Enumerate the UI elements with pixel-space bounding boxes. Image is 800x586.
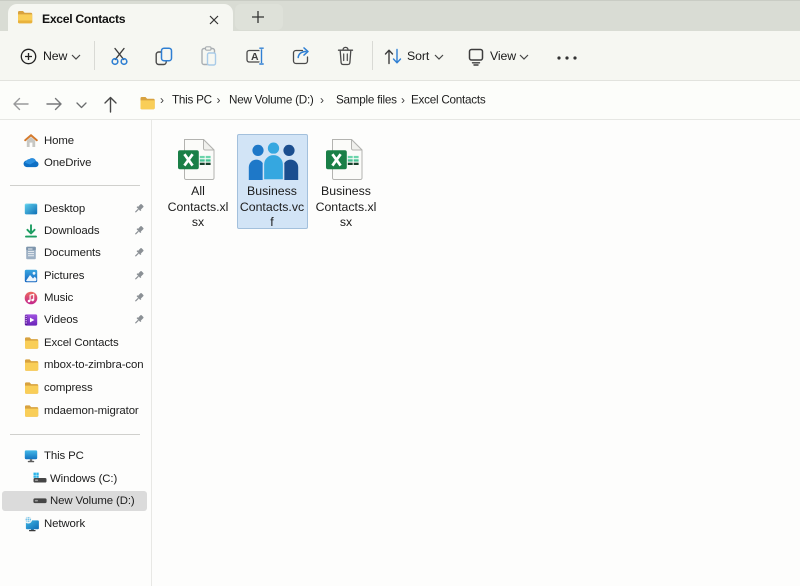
- svg-text:A: A: [251, 51, 259, 63]
